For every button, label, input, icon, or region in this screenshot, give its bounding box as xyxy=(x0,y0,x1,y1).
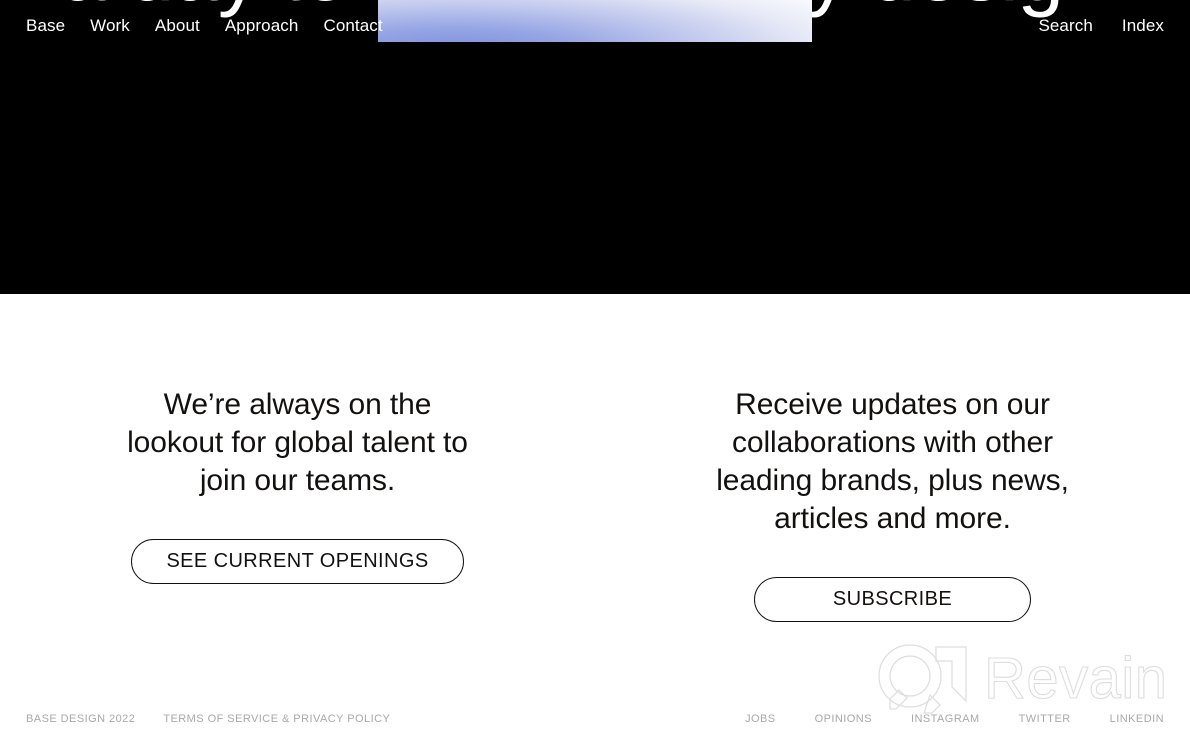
footer-link-twitter[interactable]: TWITTER xyxy=(1019,712,1071,726)
careers-headline: We’re always on the lookout for global t… xyxy=(127,388,468,497)
nav-item-contact[interactable]: Contact xyxy=(323,15,382,37)
main-navigation: Base Work About Approach Contact Search … xyxy=(0,0,1190,52)
footer-right-group: JOBS OPINIONS INSTAGRAM TWITTER LINKEDIN xyxy=(745,712,1164,726)
cta-column-careers: We’re always on the lookout for global t… xyxy=(0,294,595,699)
see-current-openings-button[interactable]: SEE CURRENT OPENINGS xyxy=(131,539,464,584)
cta-column-newsletter: Receive updates on our collaborations wi… xyxy=(595,294,1190,699)
footer-copyright: BASE DESIGN 2022 xyxy=(26,713,136,725)
nav-item-search[interactable]: Search xyxy=(1038,15,1092,37)
nav-item-about[interactable]: About xyxy=(155,15,200,37)
footer-link-jobs[interactable]: JOBS xyxy=(745,712,776,726)
nav-item-base[interactable]: Base xyxy=(26,15,65,37)
nav-item-work[interactable]: Work xyxy=(90,15,130,37)
footer-link-instagram[interactable]: INSTAGRAM xyxy=(911,712,980,726)
subscribe-button[interactable]: SUBSCRIBE xyxy=(753,577,1032,622)
page-root: a day to remember by design. Base Work A… xyxy=(0,0,1190,753)
footer-link-linkedin[interactable]: LINKEDIN xyxy=(1110,712,1164,726)
footer-terms-privacy-link[interactable]: TERMS OF SERVICE & PRIVACY POLICY xyxy=(163,712,390,726)
newsletter-headline: Receive updates on our collaborations wi… xyxy=(716,388,1069,535)
nav-item-index[interactable]: Index xyxy=(1122,15,1164,37)
page-footer: BASE DESIGN 2022 TERMS OF SERVICE & PRIV… xyxy=(0,699,1190,753)
nav-item-approach[interactable]: Approach xyxy=(225,15,299,37)
footer-link-opinions[interactable]: OPINIONS xyxy=(815,712,872,726)
nav-right-group: Search Index xyxy=(1038,15,1164,37)
footer-left-group: BASE DESIGN 2022 TERMS OF SERVICE & PRIV… xyxy=(26,712,390,726)
nav-left-group: Base Work About Approach Contact xyxy=(26,15,383,37)
cta-section: We’re always on the lookout for global t… xyxy=(0,294,1190,699)
